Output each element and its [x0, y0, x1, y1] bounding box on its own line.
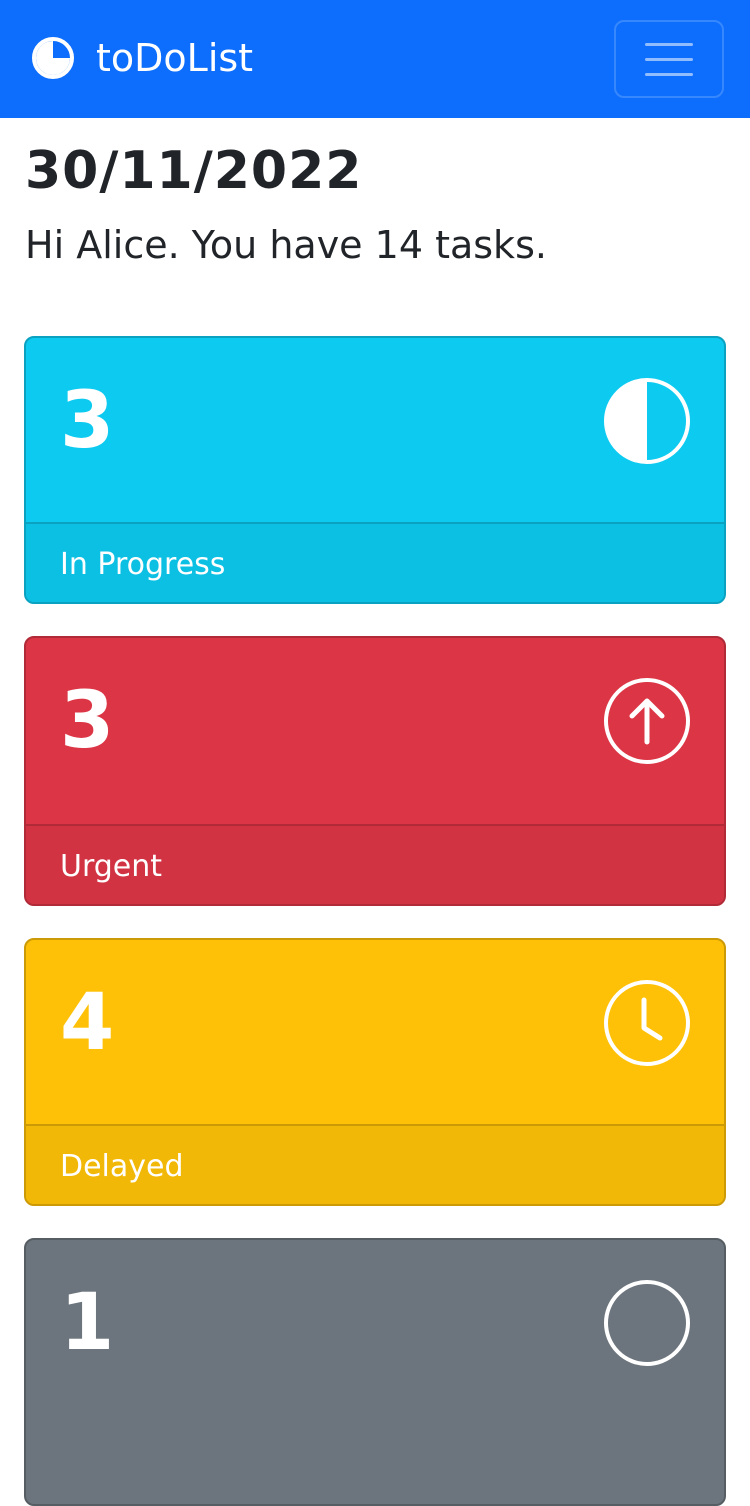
fourth-status-card[interactable]: 1	[24, 1238, 726, 1506]
greeting-text: Hi Alice. You have 14 tasks.	[25, 223, 547, 267]
brand-link[interactable]: toDoList	[30, 30, 253, 86]
clock-icon	[602, 978, 692, 1068]
urgent-label: Urgent	[26, 824, 724, 904]
arrow-up-circle-icon	[602, 676, 692, 766]
navbar-toggle-button[interactable]	[614, 20, 724, 98]
card-body: 3	[26, 338, 724, 522]
urgent-card[interactable]: 3 Urgent	[24, 636, 726, 906]
navbar: toDoList	[0, 0, 750, 118]
card-body: 3	[26, 638, 724, 824]
urgent-count: 3	[60, 676, 115, 766]
in-progress-label: In Progress	[26, 522, 724, 602]
delayed-count: 4	[60, 978, 115, 1068]
hamburger-menu-bar	[645, 57, 693, 61]
in-progress-card[interactable]: 3 In Progress	[24, 336, 726, 604]
in-progress-count: 3	[60, 376, 115, 466]
hamburger-menu-icon	[645, 42, 693, 46]
fourth-status-count: 1	[60, 1278, 115, 1368]
delayed-label: Delayed	[26, 1124, 724, 1204]
brand-name: toDoList	[96, 36, 254, 80]
delayed-card[interactable]: 4 Delayed	[24, 938, 726, 1206]
page-date: 30/11/2022	[25, 141, 363, 201]
circle-icon	[602, 1278, 692, 1368]
card-body: 1	[26, 1240, 724, 1424]
half-circle-icon	[602, 376, 692, 466]
pie-chart-icon	[30, 35, 76, 81]
card-body: 4	[26, 940, 724, 1124]
hamburger-menu-bar	[645, 72, 693, 76]
